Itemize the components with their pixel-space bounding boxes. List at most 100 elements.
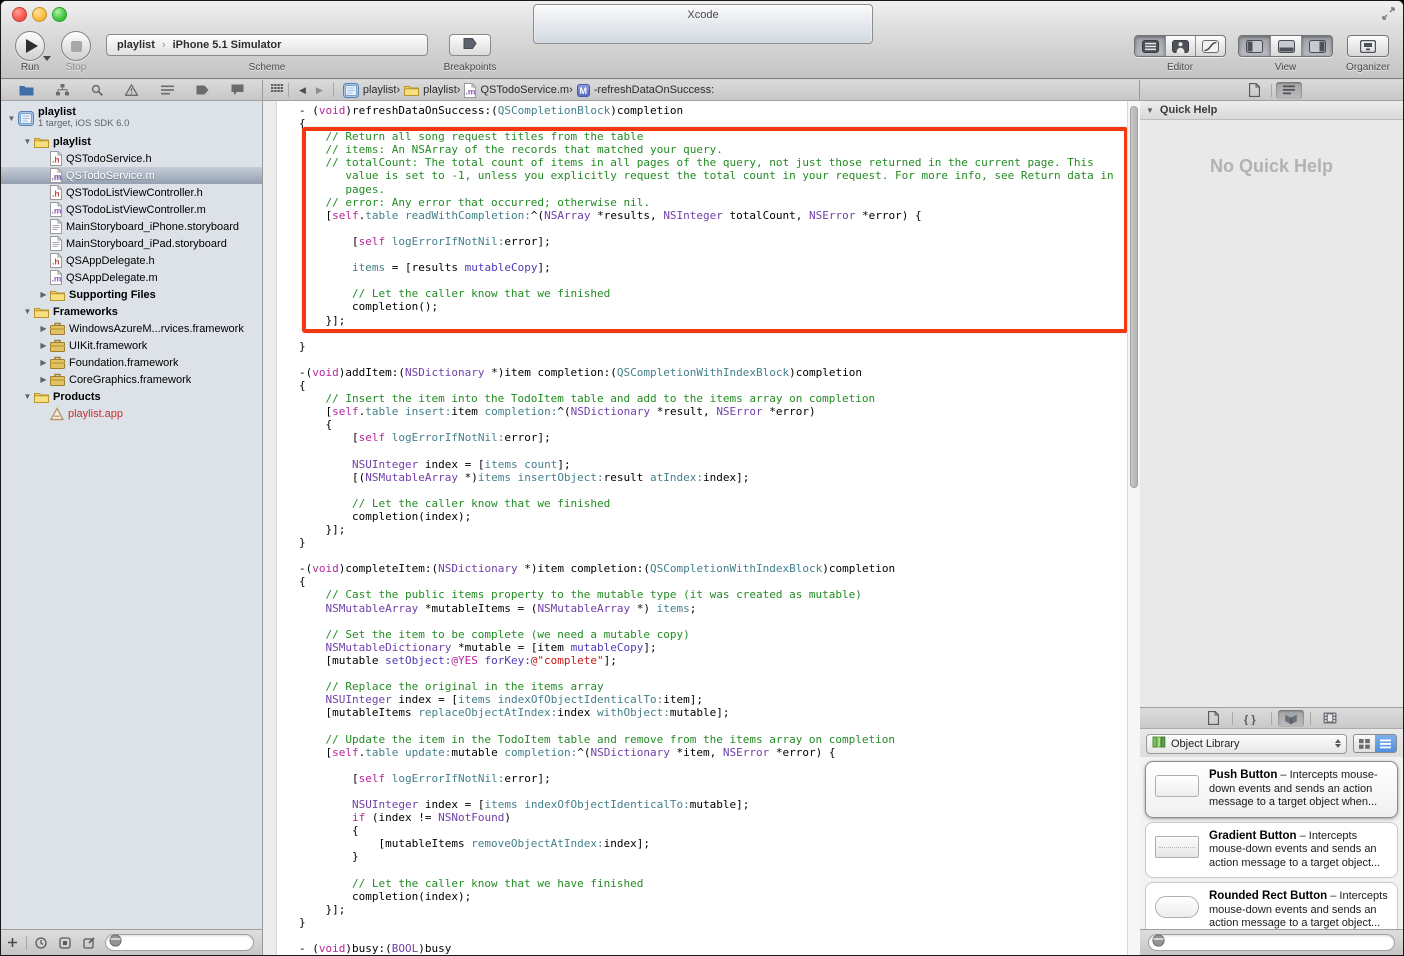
editor-scrollbar[interactable] xyxy=(1127,101,1140,955)
debug-area-toggle-segment[interactable] xyxy=(1270,36,1301,56)
library-item-title: Gradient Button xyxy=(1209,830,1297,842)
assistant-editor-segment[interactable] xyxy=(1165,36,1195,56)
debug-navigator-icon[interactable] xyxy=(161,85,174,96)
run-button[interactable] xyxy=(15,31,45,61)
navigator-row-playlist-app[interactable]: playlist.app xyxy=(1,405,262,422)
navigator-row-qstodoservice-h[interactable]: .hQSTodoService.h xyxy=(1,150,262,167)
flatten-button[interactable] xyxy=(53,937,77,949)
project-subtitle: 1 target, iOS SDK 6.0 xyxy=(38,118,129,130)
breadcrumb-item-playlist[interactable]: playlist xyxy=(339,83,397,98)
library-item-rounded-rect-button[interactable]: Rounded Rect Button – Intercepts mouse-d… xyxy=(1145,882,1398,931)
method-badge-icon: M xyxy=(577,84,590,97)
organizer-segment[interactable] xyxy=(1348,36,1388,56)
source-editor[interactable]: - (void)refreshDataOnSuccess:(QSCompleti… xyxy=(263,101,1140,955)
navigator-row-playlist[interactable]: ▼ playlist1 target, iOS SDK 6.0 xyxy=(1,103,262,133)
code-line: // Set the item to be complete (we need … xyxy=(299,628,1127,641)
library-item-push-button[interactable]: Push Button – Intercepts mouse-down even… xyxy=(1145,761,1398,818)
disclosure-triangle-icon[interactable]: ▼ xyxy=(21,307,34,316)
disclosure-triangle-icon[interactable]: ▶ xyxy=(37,375,50,384)
navigator-row-qstodoservice-m[interactable]: .mQSTodoService.m xyxy=(1,167,262,184)
breadcrumb-item-playlist[interactable]: playlist xyxy=(400,84,457,96)
navigator-row-products[interactable]: ▼Products xyxy=(1,388,262,405)
code-line: completion(index); xyxy=(299,510,1127,523)
navigator-row-qsappdelegate-h[interactable]: .hQSAppDelegate.h xyxy=(1,252,262,269)
disclosure-triangle-icon[interactable]: ▶ xyxy=(37,290,50,299)
code-snippet-library-tab[interactable]: { } xyxy=(1239,710,1265,727)
navigator-row-frameworks[interactable]: ▼Frameworks xyxy=(1,303,262,320)
code-line: // Cast the public items property to the… xyxy=(299,588,1127,601)
disclosure-triangle-icon[interactable]: ▶ xyxy=(37,341,50,350)
code-line xyxy=(299,484,1127,497)
navigator-filter-bar xyxy=(1,929,262,955)
library-filter-field[interactable] xyxy=(1148,934,1395,951)
list-view-toggle[interactable] xyxy=(1375,735,1396,752)
version-editor-segment[interactable] xyxy=(1195,36,1225,56)
breakpoint-navigator-icon[interactable] xyxy=(196,85,209,95)
library-item-gradient-button[interactable]: Gradient Button – Intercepts mouse-down … xyxy=(1145,822,1398,879)
library-dropdown[interactable]: Object Library xyxy=(1146,734,1347,754)
disclosure-triangle-icon[interactable]: ▼ xyxy=(21,392,34,401)
code-line: - (void)busy:(BOOL)busy xyxy=(299,942,1127,955)
breadcrumb-item-qstodoservice-m[interactable]: .mQSTodoService.m xyxy=(460,83,569,98)
standard-editor-segment[interactable] xyxy=(1135,36,1165,56)
log-navigator-icon[interactable] xyxy=(231,84,244,96)
utilities-panel-toggle-segment[interactable] xyxy=(1301,36,1332,56)
navigator-row-qstodolistviewcontroller-m[interactable]: .mQSTodoListViewController.m xyxy=(1,201,262,218)
navigator-row-coregraphics-framework[interactable]: ▶CoreGraphics.framework xyxy=(1,371,262,388)
library-view-toggle xyxy=(1353,734,1397,753)
quick-help-inspector-tab[interactable] xyxy=(1276,82,1302,99)
navigator-panel-toggle-segment[interactable] xyxy=(1239,36,1270,56)
editor-scrollbar-thumb[interactable] xyxy=(1130,106,1138,488)
fullscreen-arrows-icon[interactable] xyxy=(1382,7,1395,23)
disclosure-triangle-icon[interactable]: ▼ xyxy=(5,114,18,123)
media-library-tab[interactable] xyxy=(1317,710,1343,727)
object-library-tab[interactable] xyxy=(1278,710,1304,727)
disclosure-triangle-icon[interactable]: ▼ xyxy=(21,137,34,146)
navigator-row-qstodolistviewcontroller-h[interactable]: .hQSTodoListViewController.h xyxy=(1,184,262,201)
breadcrumb-item--refreshdataonsuccess-[interactable]: M-refreshDataOnSuccess: xyxy=(573,84,714,97)
file-template-library-tab[interactable] xyxy=(1200,710,1226,727)
navigator-row-foundation-framework[interactable]: ▶Foundation.framework xyxy=(1,354,262,371)
disclosure-triangle-icon[interactable]: ▼ xyxy=(1140,106,1160,115)
forward-arrow-icon[interactable]: ▶ xyxy=(311,85,328,96)
symbol-navigator-icon[interactable] xyxy=(56,84,69,96)
activity-text: Xcode xyxy=(687,9,718,21)
quick-help-header[interactable]: ▼ Quick Help xyxy=(1140,101,1403,120)
compose-button[interactable] xyxy=(77,937,101,949)
navigator-row-windowsazurem-rvices-framework[interactable]: ▶WindowsAzureM...rvices.framework xyxy=(1,320,262,337)
project-navigator-icon[interactable] xyxy=(19,84,34,96)
file-inspector-tab[interactable] xyxy=(1241,82,1267,99)
disclosure-triangle-icon[interactable]: ▶ xyxy=(37,324,50,333)
navigator-filter-field[interactable] xyxy=(105,934,254,951)
svg-text:.m: .m xyxy=(466,86,476,96)
jump-bar[interactable]: ◀ ▶ playlist›playlist›.mQSTodoService.m›… xyxy=(263,80,1140,100)
back-arrow-icon[interactable]: ◀ xyxy=(294,85,311,96)
code-line xyxy=(299,549,1127,562)
issue-navigator-icon[interactable] xyxy=(125,84,138,96)
search-navigator-icon[interactable] xyxy=(91,84,103,96)
svg-text:.h: .h xyxy=(52,257,60,267)
grid-view-toggle[interactable] xyxy=(1354,735,1375,752)
navigator-row-uikit-framework[interactable]: ▶UIKit.framework xyxy=(1,337,262,354)
folder-icon xyxy=(404,84,419,96)
run-dropdown-caret[interactable] xyxy=(43,56,51,61)
add-button[interactable] xyxy=(1,937,24,948)
disclosure-triangle-icon[interactable]: ▶ xyxy=(37,358,50,367)
version-editor-icon xyxy=(1202,40,1219,53)
navigator-row-mainstoryboard-ipad-storyboard[interactable]: MainStoryboard_iPad.storyboard xyxy=(1,235,262,252)
stop-button[interactable] xyxy=(61,31,91,61)
code-text[interactable]: - (void)refreshDataOnSuccess:(QSCompleti… xyxy=(263,104,1127,955)
navigator-row-mainstoryboard-iphone-storyboard[interactable]: MainStoryboard_iPhone.storyboard xyxy=(1,218,262,235)
breakpoints-button[interactable] xyxy=(449,34,491,56)
related-items-grid-icon[interactable] xyxy=(271,84,283,97)
navigator-row-qsappdelegate-m[interactable]: .mQSAppDelegate.m xyxy=(1,269,262,286)
clock-button[interactable] xyxy=(29,937,53,949)
organizer-button[interactable] xyxy=(1347,35,1389,57)
navigator-row-supporting-files[interactable]: ▶Supporting Files xyxy=(1,286,262,303)
project-name: playlist xyxy=(38,106,129,118)
navigator-row-playlist[interactable]: ▼playlist xyxy=(1,133,262,150)
scheme-selector[interactable]: playlist › iPhone 5.1 Simulator xyxy=(106,34,428,56)
tab-divider xyxy=(1232,712,1233,725)
media-library-icon xyxy=(1323,712,1337,724)
code-line xyxy=(299,615,1127,628)
